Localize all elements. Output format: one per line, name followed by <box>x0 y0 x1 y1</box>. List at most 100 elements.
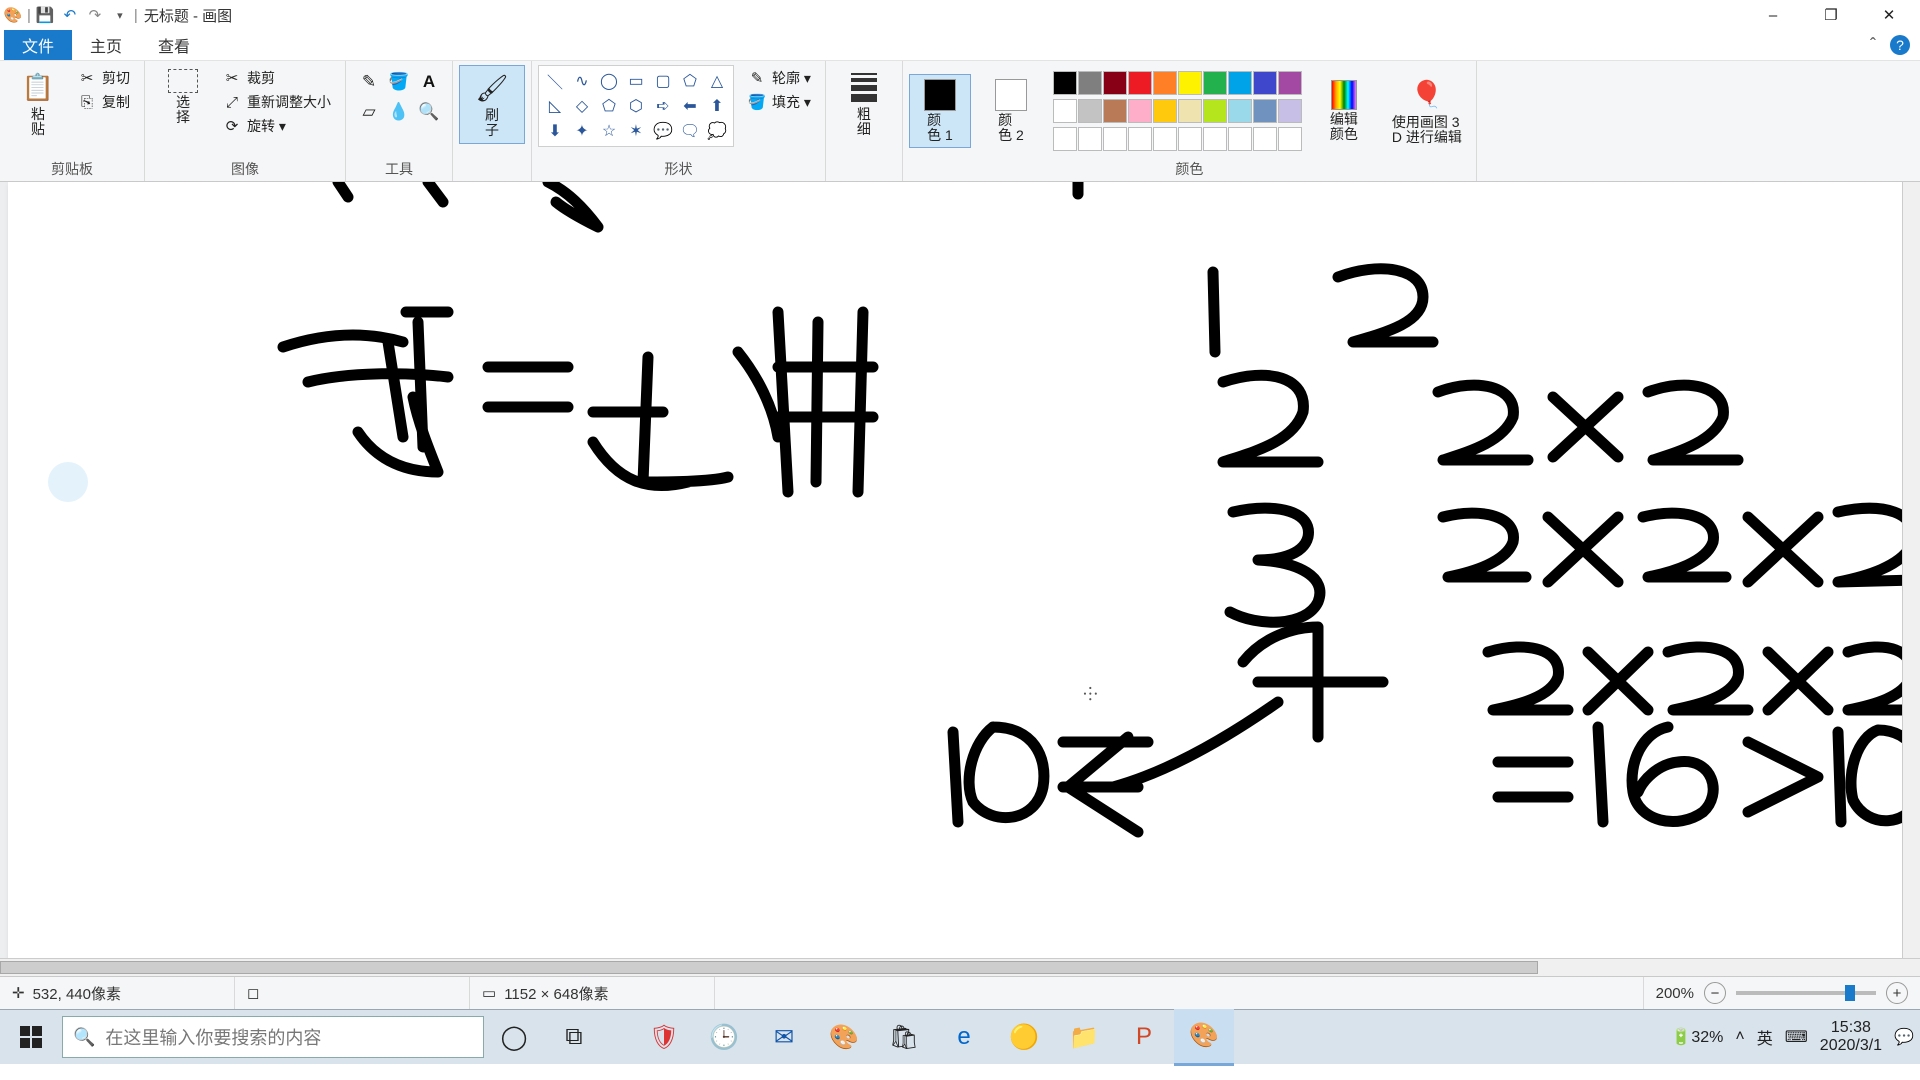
text-tool[interactable]: A <box>416 69 442 95</box>
palette-color[interactable] <box>1253 71 1277 95</box>
tray-chevron-icon[interactable]: ˄ <box>1735 1028 1744 1046</box>
eraser-tool[interactable]: ▱ <box>356 99 382 125</box>
app-store-icon[interactable]: 🛍 <box>874 1010 934 1064</box>
notifications-icon[interactable]: 💬 <box>1894 1027 1914 1047</box>
shape-triangle-icon[interactable]: △ <box>705 70 729 92</box>
color2-button[interactable]: 颜 色 2 <box>979 75 1043 148</box>
palette-color[interactable] <box>1203 99 1227 123</box>
fill-button[interactable]: 🪣填充 ▾ <box>744 91 815 113</box>
palette-empty[interactable] <box>1053 127 1077 151</box>
battery-icon[interactable]: 🔋32% <box>1671 1027 1723 1047</box>
search-box[interactable]: 🔍在这里输入你要搜索的内容 <box>62 1016 484 1058</box>
palette-empty[interactable] <box>1253 127 1277 151</box>
ime-keyboard-icon[interactable]: ⌨ <box>1785 1027 1808 1047</box>
palette-color[interactable] <box>1278 99 1302 123</box>
redo-icon[interactable]: ↷ <box>84 4 106 26</box>
tab-file[interactable]: 文件 <box>4 30 72 60</box>
shape-polygon-icon[interactable]: ⬠ <box>678 70 702 92</box>
shape-callout1-icon[interactable]: 💬 <box>651 120 675 142</box>
palette-color[interactable] <box>1078 99 1102 123</box>
close-button[interactable]: ✕ <box>1860 0 1918 30</box>
shape-darrow-icon[interactable]: ⬇ <box>543 120 567 142</box>
shape-pentagon-icon[interactable]: ⬠ <box>597 95 621 117</box>
shape-diamond-icon[interactable]: ◇ <box>570 95 594 117</box>
palette-color[interactable] <box>1228 99 1252 123</box>
shape-curve-icon[interactable]: ∿ <box>570 70 594 92</box>
shape-5star-icon[interactable]: ☆ <box>597 120 621 142</box>
shape-rect-icon[interactable]: ▭ <box>624 70 648 92</box>
zoom-out-button[interactable]: − <box>1704 982 1726 1004</box>
palette-empty[interactable] <box>1278 127 1302 151</box>
resize-button[interactable]: ⤢重新调整大小 <box>219 91 335 113</box>
shape-larrow-icon[interactable]: ⬅ <box>678 95 702 117</box>
save-icon[interactable]: 💾 <box>34 4 56 26</box>
palette-color[interactable] <box>1103 71 1127 95</box>
shape-rtriangle-icon[interactable]: ◺ <box>543 95 567 117</box>
palette-empty[interactable] <box>1178 127 1202 151</box>
select-button[interactable]: 选 择 <box>151 65 215 130</box>
palette-empty[interactable] <box>1153 127 1177 151</box>
palette-color[interactable] <box>1078 71 1102 95</box>
shape-oval-icon[interactable]: ◯ <box>597 70 621 92</box>
palette-color[interactable] <box>1228 71 1252 95</box>
tab-view[interactable]: 查看 <box>140 30 208 60</box>
zoom-slider-handle[interactable] <box>1845 985 1855 1001</box>
shape-hexagon-icon[interactable]: ⬡ <box>624 95 648 117</box>
paint3d-button[interactable]: 🎈 使用画图 3 D 进行编辑 <box>1384 73 1470 150</box>
help-icon[interactable]: ? <box>1890 35 1910 55</box>
app-browser-icon[interactable]: 🟡 <box>994 1010 1054 1064</box>
paste-button[interactable]: 📋 粘 贴 <box>6 65 70 142</box>
qat-dropdown-icon[interactable]: ▾ <box>109 4 131 26</box>
size-button[interactable]: 粗 细 <box>832 65 896 142</box>
pencil-tool[interactable]: ✎ <box>356 69 382 95</box>
shape-callout2-icon[interactable]: 🗨 <box>678 120 702 142</box>
app-explorer-icon[interactable]: 📁 <box>1054 1010 1114 1064</box>
palette-color[interactable] <box>1053 99 1077 123</box>
fill-tool[interactable]: 🪣 <box>386 69 412 95</box>
undo-icon[interactable]: ↶ <box>59 4 81 26</box>
outline-button[interactable]: ✎轮廓 ▾ <box>744 67 815 89</box>
scroll-thumb[interactable] <box>0 961 1538 974</box>
palette-color[interactable] <box>1103 99 1127 123</box>
palette-color[interactable] <box>1278 71 1302 95</box>
palette-color[interactable] <box>1153 99 1177 123</box>
app-mail-icon[interactable]: ✉ <box>754 1010 814 1064</box>
horizontal-scrollbar[interactable] <box>0 958 1920 976</box>
app-shield-icon[interactable]: 🛡 <box>634 1010 694 1064</box>
brush-button[interactable]: 🖌 刷 子 <box>459 65 525 144</box>
palette-empty[interactable] <box>1228 127 1252 151</box>
taskview-icon[interactable]: ⧉ <box>544 1010 604 1064</box>
tab-home[interactable]: 主页 <box>72 30 140 60</box>
color1-button[interactable]: 颜 色 1 <box>909 74 971 149</box>
rotate-button[interactable]: ⟳旋转 ▾ <box>219 115 335 137</box>
canvas[interactable]: ⸭ <box>8 182 1908 962</box>
picker-tool[interactable]: 💧 <box>386 99 412 125</box>
palette-empty[interactable] <box>1103 127 1127 151</box>
app-clock-icon[interactable]: 🕒 <box>694 1010 754 1064</box>
collapse-ribbon-icon[interactable]: ˆ <box>1870 35 1876 56</box>
zoom-slider[interactable] <box>1736 991 1876 995</box>
clock[interactable]: 15:38 2020/3/1 <box>1820 1019 1882 1054</box>
vertical-scrollbar[interactable] <box>1902 182 1920 959</box>
palette-color[interactable] <box>1178 99 1202 123</box>
shape-roundrect-icon[interactable]: ▢ <box>651 70 675 92</box>
shapes-gallery[interactable]: ＼ ∿ ◯ ▭ ▢ ⬠ △ ◺ ◇ ⬠ ⬡ ➪ ⬅ ⬆ ⬇ ✦ ☆ ✶ 💬 🗨 <box>538 65 734 147</box>
app-paint-icon[interactable]: 🎨 <box>1174 1009 1234 1066</box>
palette-color[interactable] <box>1203 71 1227 95</box>
palette-empty[interactable] <box>1203 127 1227 151</box>
palette-color[interactable] <box>1253 99 1277 123</box>
palette-color[interactable] <box>1178 71 1202 95</box>
shape-rarrow-icon[interactable]: ➪ <box>651 95 675 117</box>
shape-callout3-icon[interactable]: 💭 <box>705 120 729 142</box>
crop-button[interactable]: ✂裁剪 <box>219 67 335 89</box>
palette-color[interactable] <box>1053 71 1077 95</box>
magnifier-tool[interactable]: 🔍 <box>416 99 442 125</box>
minimize-button[interactable]: – <box>1744 0 1802 30</box>
start-button[interactable] <box>0 1010 62 1064</box>
palette-empty[interactable] <box>1128 127 1152 151</box>
app-powerpoint-icon[interactable]: P <box>1114 1010 1174 1064</box>
cut-button[interactable]: ✂剪切 <box>74 67 134 89</box>
ime-language[interactable]: 英 <box>1757 1025 1773 1049</box>
palette-color[interactable] <box>1128 99 1152 123</box>
shape-4star-icon[interactable]: ✦ <box>570 120 594 142</box>
